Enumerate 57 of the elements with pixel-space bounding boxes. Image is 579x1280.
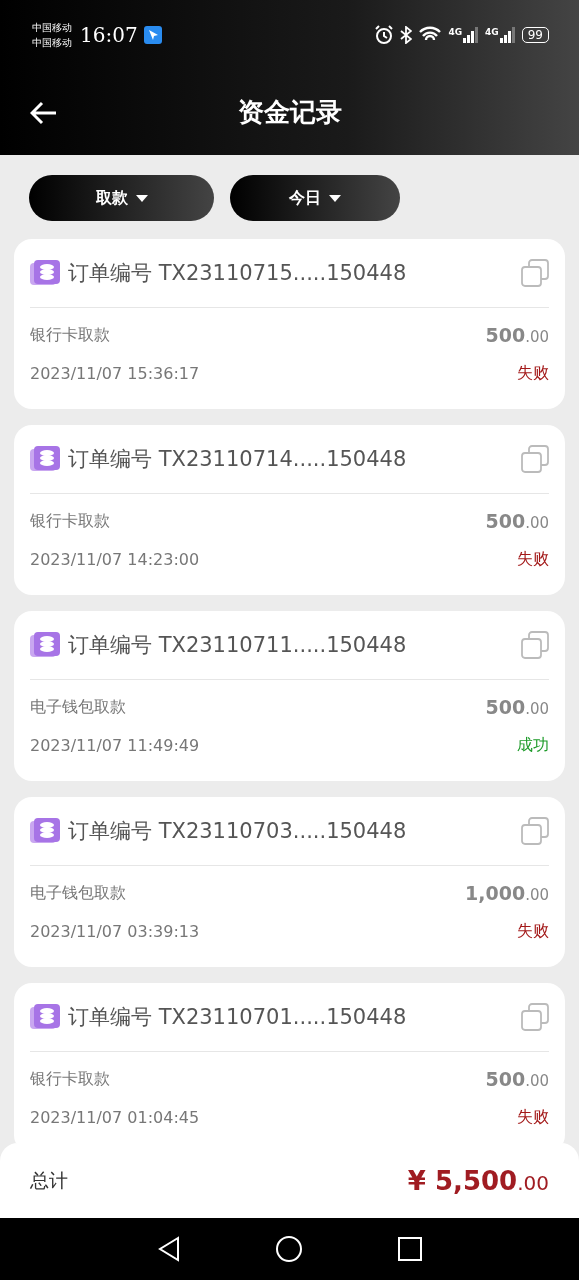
total-amount: ¥ 5,500.00 xyxy=(407,1165,549,1196)
record-time: 2023/11/07 11:49:49 xyxy=(30,735,200,755)
network-type: 4G xyxy=(448,27,463,37)
carrier-name: 中国移动 xyxy=(32,36,72,50)
recents-icon[interactable] xyxy=(397,1237,422,1261)
withdraw-method: 银行卡取款 xyxy=(30,510,110,532)
coin-stack-icon xyxy=(30,818,60,844)
amount: 1,000.00 xyxy=(465,882,549,904)
total-label: 总计 xyxy=(30,1167,68,1193)
withdraw-method: 电子钱包取款 xyxy=(30,882,126,904)
record-time: 2023/11/07 14:23:00 xyxy=(30,549,200,569)
amount: 500.00 xyxy=(485,696,549,718)
copy-icon[interactable] xyxy=(521,631,549,659)
coin-stack-icon xyxy=(30,260,60,286)
clock-time: 16:07 xyxy=(80,23,138,47)
withdraw-method: 银行卡取款 xyxy=(30,324,110,346)
carrier-name: 中国移动 xyxy=(32,21,72,35)
withdraw-method: 银行卡取款 xyxy=(30,1068,110,1090)
signal-icon xyxy=(499,27,516,43)
copy-icon[interactable] xyxy=(521,259,549,287)
status-label: 失败 xyxy=(517,362,549,384)
copy-icon[interactable] xyxy=(521,445,549,473)
coin-stack-icon xyxy=(30,632,60,658)
network-type: 4G xyxy=(485,27,499,37)
amount: 500.00 xyxy=(485,510,549,532)
battery-level: 99 xyxy=(521,27,549,43)
back-arrow-icon[interactable] xyxy=(30,100,58,125)
status-label: 成功 xyxy=(517,734,549,756)
record-time: 2023/11/07 03:39:13 xyxy=(30,921,200,941)
order-number: 订单编号 TX23110701.....150448 xyxy=(68,1004,408,1031)
copy-icon[interactable] xyxy=(521,817,549,845)
record-time: 2023/11/07 01:04:45 xyxy=(30,1107,200,1127)
filter-dropdown[interactable]: 今日 xyxy=(230,175,400,221)
home-icon[interactable] xyxy=(274,1235,303,1263)
record-time: 2023/11/07 15:36:17 xyxy=(30,363,200,383)
order-number: 订单编号 TX23110714.....150448 xyxy=(68,446,408,473)
status-label: 失败 xyxy=(517,548,549,570)
coin-stack-icon xyxy=(30,1004,60,1030)
copy-icon[interactable] xyxy=(521,1003,549,1031)
alarm-icon xyxy=(374,25,395,45)
order-number: 订单编号 TX23110715.....150448 xyxy=(68,260,408,287)
back-icon[interactable] xyxy=(157,1236,180,1262)
withdraw-method: 电子钱包取款 xyxy=(30,696,126,718)
status-label: 失败 xyxy=(517,920,549,942)
caret-icon xyxy=(135,194,148,202)
page-title: 资金记录 xyxy=(237,96,342,129)
amount: 500.00 xyxy=(485,324,549,346)
signal-icon xyxy=(463,27,480,43)
order-number: 订单编号 TX23110703.....150448 xyxy=(68,818,408,845)
status-label: 失败 xyxy=(517,1106,549,1128)
coin-stack-icon xyxy=(30,446,60,472)
filter-dropdown[interactable]: 取款 xyxy=(29,175,214,221)
caret-icon xyxy=(329,194,341,202)
order-number: 订单编号 TX23110711.....150448 xyxy=(68,632,408,659)
app-notification-icon xyxy=(143,26,162,44)
bluetooth-icon xyxy=(400,26,413,44)
amount: 500.00 xyxy=(485,1068,549,1090)
